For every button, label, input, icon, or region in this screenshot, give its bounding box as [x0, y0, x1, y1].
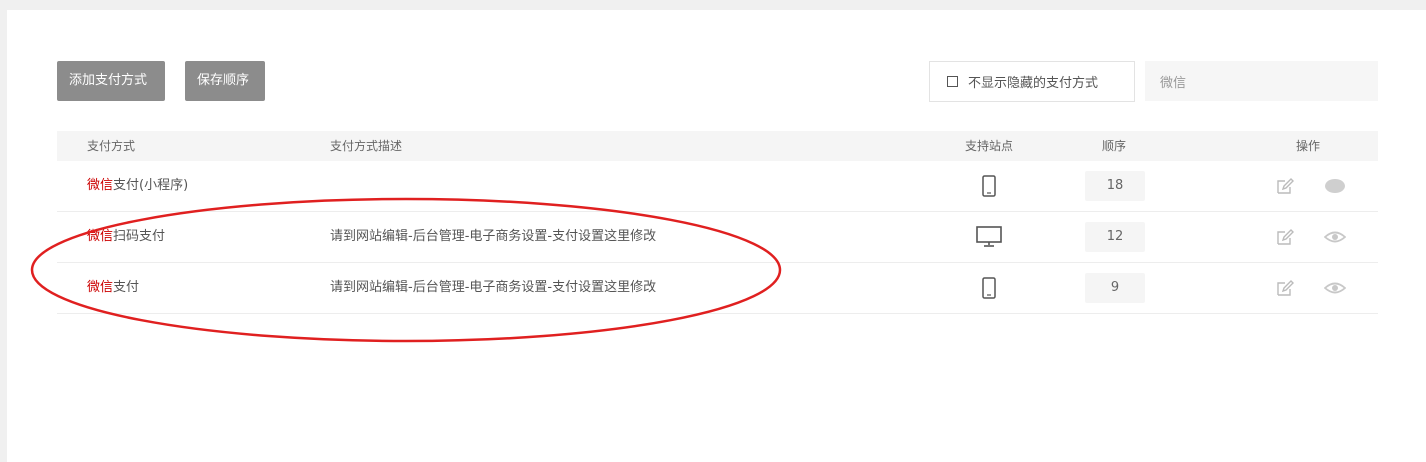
edit-icon[interactable]: [1275, 176, 1295, 196]
method-name: 微信扫码支付: [87, 229, 166, 244]
order-value[interactable]: 9: [1085, 273, 1145, 303]
eye-icon[interactable]: [1323, 227, 1347, 247]
hidden-eye-icon[interactable]: [1324, 176, 1346, 196]
hide-hidden-methods-label: 不显示隐藏的支付方式: [968, 76, 1099, 91]
header-description: 支付方式描述: [330, 139, 403, 153]
header-actions: 操作: [1296, 139, 1321, 153]
header-order: 顺序: [1102, 139, 1127, 153]
method-name: 微信支付(小程序): [87, 178, 189, 193]
eye-icon[interactable]: [1323, 278, 1347, 298]
order-value[interactable]: 18: [1085, 171, 1145, 201]
save-order-button[interactable]: 保存顺序: [185, 61, 265, 101]
table-header: 支付方式 支付方式描述 支持站点 顺序 操作: [57, 131, 1378, 161]
mobile-icon: [974, 276, 1004, 300]
table-row: 微信扫码支付 请到网站编辑-后台管理-电子商务设置-支付设置这里修改 12: [57, 212, 1378, 263]
add-payment-method-button[interactable]: 添加支付方式: [57, 61, 165, 101]
method-name: 微信支付: [87, 280, 140, 295]
header-site: 支持站点: [965, 139, 1014, 153]
order-value[interactable]: 12: [1085, 222, 1145, 252]
hide-hidden-methods-checkbox[interactable]: 不显示隐藏的支付方式: [929, 61, 1135, 102]
search-input[interactable]: [1145, 61, 1378, 101]
method-description: 请到网站编辑-后台管理-电子商务设置-支付设置这里修改: [330, 280, 657, 295]
mobile-icon: [974, 174, 1004, 198]
table-row: 微信支付 请到网站编辑-后台管理-电子商务设置-支付设置这里修改 9: [57, 263, 1378, 314]
header-method: 支付方式: [87, 139, 136, 153]
table-row: 微信支付(小程序) 18: [57, 161, 1378, 212]
checkbox-box[interactable]: [947, 76, 958, 87]
desktop-icon: [974, 225, 1004, 249]
method-description: 请到网站编辑-后台管理-电子商务设置-支付设置这里修改: [330, 229, 657, 244]
edit-icon[interactable]: [1275, 227, 1295, 247]
edit-icon[interactable]: [1275, 278, 1295, 298]
